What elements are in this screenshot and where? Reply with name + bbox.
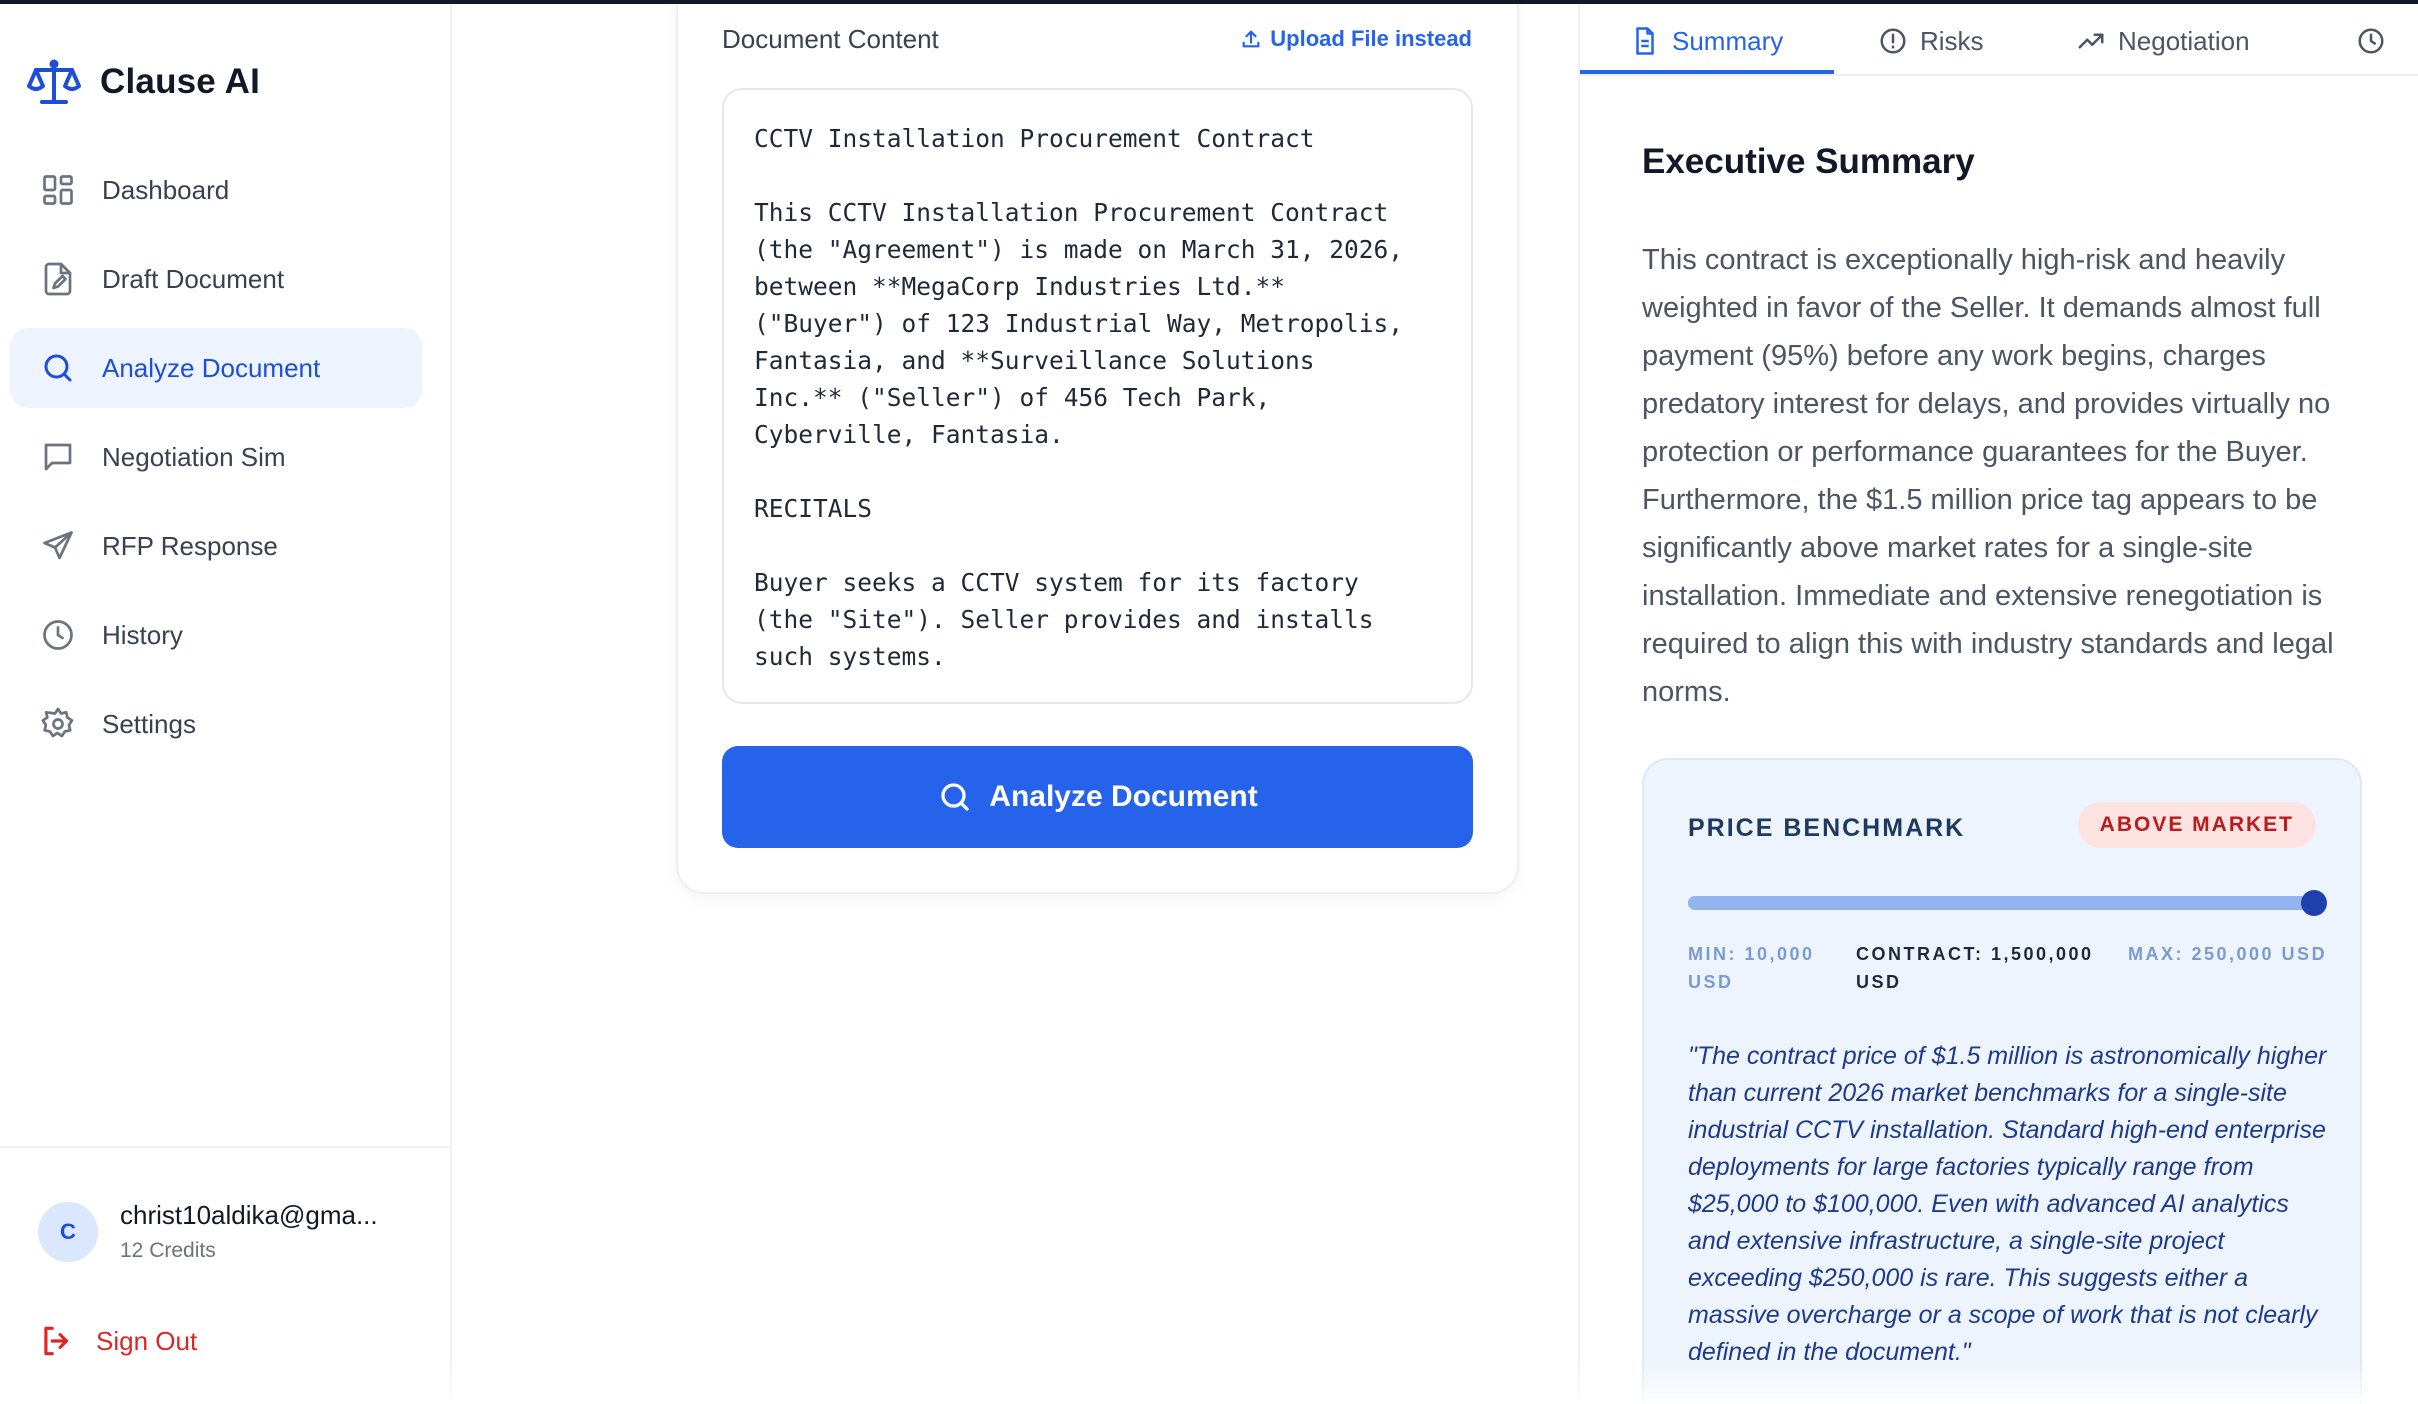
sidebar-item-analyze-document[interactable]: Analyze Document bbox=[10, 328, 422, 408]
benchmark-max: MAX: 250,000 USD bbox=[2128, 944, 2328, 964]
sidebar-item-dashboard[interactable]: Dashboard bbox=[10, 150, 422, 230]
analysis-tabs: Summary Risks Negotiation bbox=[1580, 0, 2418, 76]
sidebar-item-label: Dashboard bbox=[102, 174, 230, 205]
user-credits: 12 Credits bbox=[120, 1239, 216, 1262]
scales-logo-icon bbox=[27, 59, 81, 104]
sign-out-icon bbox=[44, 1326, 69, 1356]
sidebar-item-label: Draft Document bbox=[102, 263, 285, 294]
price-benchmark-title: PRICE BENCHMARK bbox=[1688, 814, 1966, 842]
app-name: Clause AI bbox=[100, 62, 261, 101]
trending-up-icon bbox=[2078, 33, 2104, 49]
sidebar-item-negotiation-sim[interactable]: Negotiation Sim bbox=[10, 417, 422, 497]
active-tab-indicator bbox=[1580, 70, 1834, 74]
user-profile[interactable]: C christ10aldika@gma... 12 Credits bbox=[38, 1200, 378, 1263]
document-content-textarea[interactable]: CCTV Installation Procurement Contract T… bbox=[722, 88, 1473, 704]
chat-icon bbox=[40, 439, 76, 475]
upload-file-link[interactable]: Upload File instead bbox=[1240, 26, 1472, 52]
sidebar-item-label: Negotiation Sim bbox=[102, 441, 286, 472]
sidebar-item-label: RFP Response bbox=[102, 530, 278, 561]
brand[interactable]: Clause AI bbox=[26, 54, 260, 110]
search-icon bbox=[941, 783, 969, 811]
price-range-bar bbox=[1688, 890, 2327, 916]
sign-out-button[interactable]: Sign Out bbox=[38, 1322, 197, 1360]
sidebar-nav: Dashboard Draft Document Analyze Documen… bbox=[10, 150, 422, 773]
tab-label: Negotiation bbox=[2118, 25, 2250, 56]
benchmark-min: MIN: 10,000 USD bbox=[1688, 944, 1815, 992]
sidebar-item-settings[interactable]: Settings bbox=[10, 684, 422, 764]
tab-negotiation[interactable]: Negotiation bbox=[2076, 8, 2250, 74]
sign-out-label: Sign Out bbox=[96, 1325, 198, 1356]
top-edge bbox=[0, 0, 2418, 4]
sidebar-item-label: History bbox=[102, 619, 183, 650]
tab-label: Risks bbox=[1920, 25, 1984, 56]
sidebar: Clause AI Dashboard Draft Document Analy… bbox=[0, 0, 452, 1404]
clock-icon bbox=[2358, 28, 2384, 54]
sidebar-item-draft-document[interactable]: Draft Document bbox=[10, 239, 422, 319]
benchmark-quote: "The contract price of $1.5 million is a… bbox=[1688, 1042, 2327, 1366]
gear-icon bbox=[40, 706, 76, 742]
user-info: christ10aldika@gma... 12 Credits bbox=[120, 1200, 378, 1263]
tab-history[interactable] bbox=[2356, 8, 2386, 74]
sidebar-item-history[interactable]: History bbox=[10, 595, 422, 675]
benchmark-contract: CONTRACT: 1,500,000 USD bbox=[1856, 944, 2094, 992]
analyze-document-button[interactable]: Analyze Document bbox=[722, 746, 1473, 848]
upload-file-label: Upload File instead bbox=[1270, 26, 1472, 51]
tab-risks[interactable]: Risks bbox=[1878, 8, 1984, 74]
dashboard-icon bbox=[40, 172, 76, 208]
sidebar-item-label: Analyze Document bbox=[102, 352, 321, 383]
document-content-label: Document Content bbox=[722, 24, 939, 54]
price-range-fill bbox=[1688, 896, 2314, 910]
contract-price-marker bbox=[2301, 890, 2327, 916]
user-email: christ10aldika@gma... bbox=[120, 1200, 378, 1230]
analysis-panel: Summary Risks Negotiation Executive Summ… bbox=[1578, 0, 2418, 1404]
executive-summary-title: Executive Summary bbox=[1642, 142, 1975, 181]
avatar: C bbox=[38, 1201, 98, 1262]
price-benchmark-card: PRICE BENCHMARK ABOVE MARKET MIN: 10,000… bbox=[1642, 758, 2362, 1404]
tab-label: Summary bbox=[1672, 25, 1784, 56]
above-market-badge: ABOVE MARKET bbox=[2077, 802, 2316, 848]
sidebar-divider bbox=[0, 1146, 452, 1148]
sidebar-item-rfp-response[interactable]: RFP Response bbox=[10, 506, 422, 586]
document-icon bbox=[1636, 27, 1654, 55]
tab-summary[interactable]: Summary bbox=[1630, 8, 1783, 74]
clock-icon bbox=[40, 617, 76, 653]
sidebar-item-label: Settings bbox=[102, 708, 196, 739]
draft-document-icon bbox=[40, 261, 76, 297]
upload-icon bbox=[1242, 30, 1260, 48]
alert-circle-icon bbox=[1880, 28, 1906, 54]
analyze-button-label: Analyze Document bbox=[989, 780, 1258, 813]
executive-summary-text: This contract is exceptionally high-risk… bbox=[1642, 244, 2334, 708]
search-icon bbox=[40, 350, 76, 386]
send-icon bbox=[40, 528, 76, 564]
